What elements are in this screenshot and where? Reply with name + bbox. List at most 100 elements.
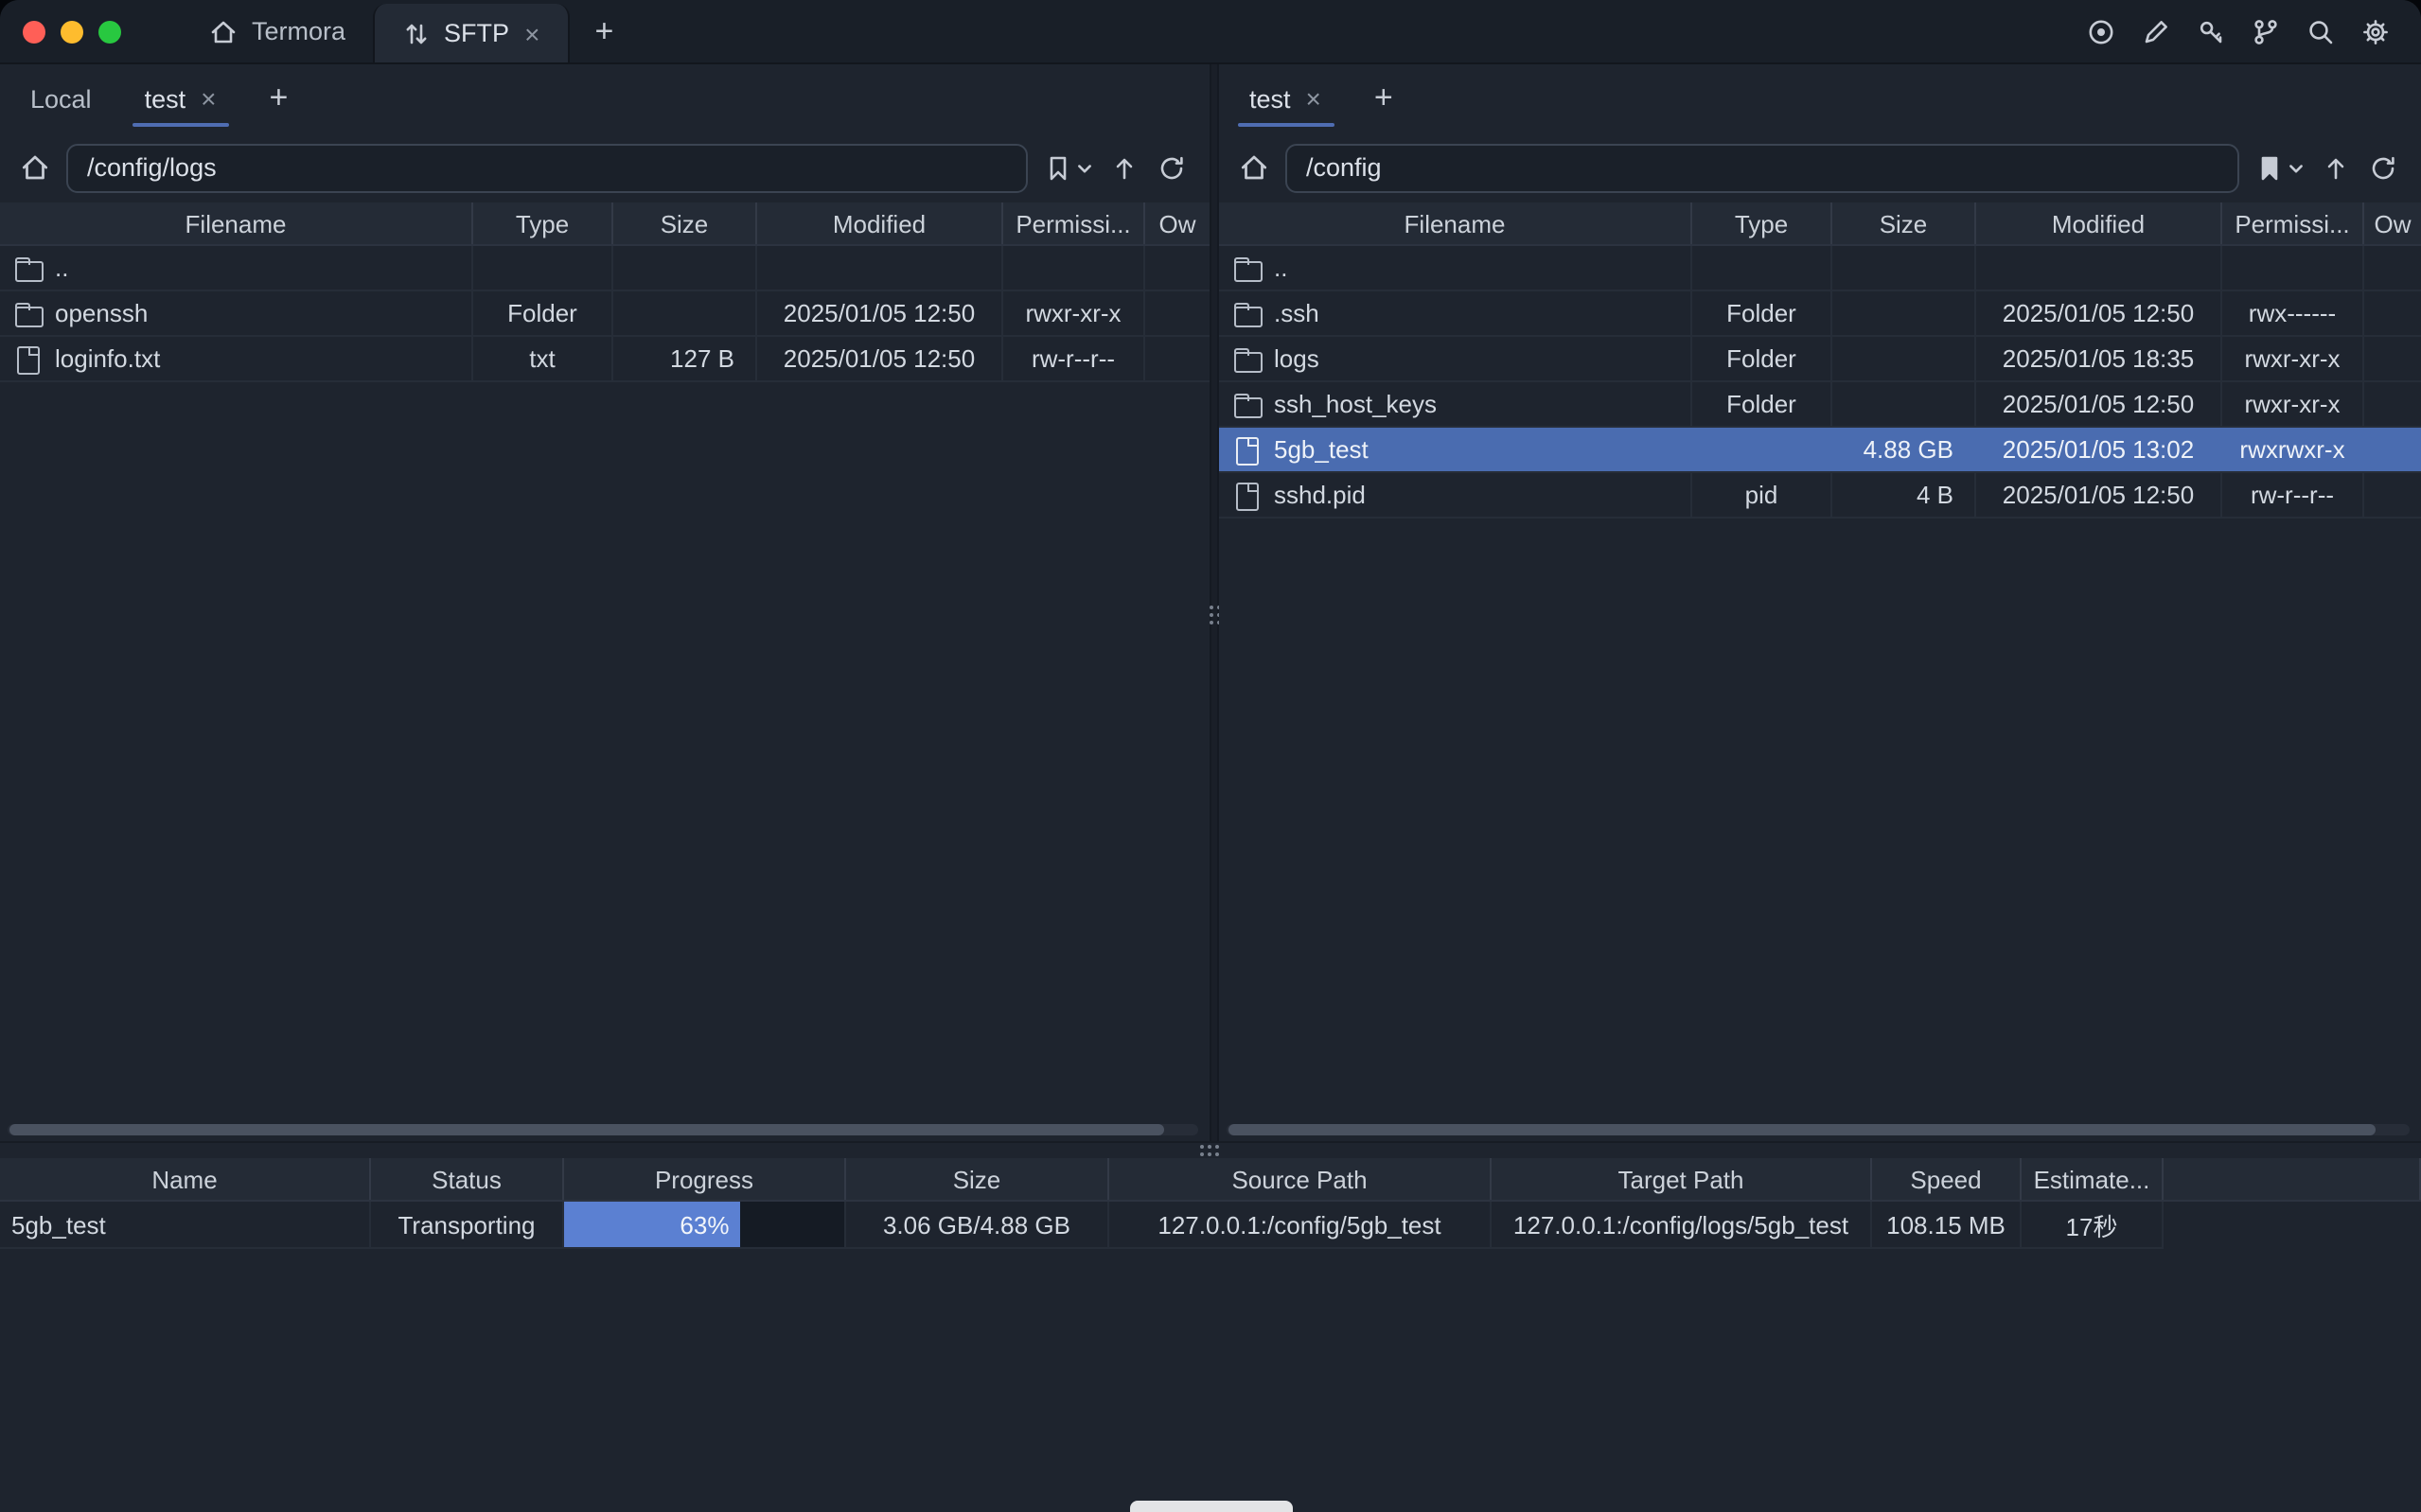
left-col-filename[interactable]: Filename	[0, 202, 473, 244]
refresh-icon[interactable]	[2368, 152, 2398, 183]
scrollbar-thumb[interactable]	[1228, 1124, 2377, 1135]
zoom-window-button[interactable]	[98, 20, 121, 43]
right-pane: test × +	[1219, 64, 2421, 1141]
bookmark-icon[interactable]	[2254, 152, 2285, 183]
left-tab-test[interactable]: test ×	[118, 64, 245, 132]
tab-termora-label: Termora	[252, 17, 345, 45]
table-row[interactable]: ssh_host_keys Folder 2025/01/05 12:50 rw…	[1219, 382, 2421, 428]
table-row[interactable]: .ssh Folder 2025/01/05 12:50 rwx------	[1219, 291, 2421, 337]
titlebar-actions	[2086, 0, 2421, 62]
left-col-size[interactable]: Size	[613, 202, 757, 244]
table-row[interactable]: openssh Folder 2025/01/05 12:50 rwxr-xr-…	[0, 291, 1210, 337]
settings-icon[interactable]	[2360, 16, 2391, 46]
transfer-speed: 108.15 MB	[1872, 1202, 2022, 1249]
left-tab-local-label: Local	[30, 84, 92, 113]
transfers-col-progress[interactable]: Progress	[564, 1158, 846, 1200]
right-path-input[interactable]	[1285, 143, 2239, 192]
chevron-down-icon[interactable]	[1077, 160, 1092, 175]
right-tab-test[interactable]: test ×	[1223, 64, 1350, 132]
transfers-col-source[interactable]: Source Path	[1109, 1158, 1492, 1200]
right-col-modified[interactable]: Modified	[1976, 202, 2222, 244]
transfer-progress: 63%	[564, 1202, 846, 1249]
tab-sftp[interactable]: SFTP ×	[372, 4, 570, 62]
pane-splitter[interactable]	[1210, 64, 1219, 1141]
titlebar-spacer	[638, 0, 2086, 62]
file-icon	[1234, 483, 1261, 507]
transfers-col-target[interactable]: Target Path	[1492, 1158, 1872, 1200]
left-horizontal-scrollbar[interactable]	[8, 1124, 1198, 1135]
transfer-size: 3.06 GB/4.88 GB	[846, 1202, 1109, 1249]
up-directory-icon[interactable]	[1109, 152, 1140, 183]
record-icon[interactable]	[2086, 16, 2116, 46]
table-row-selected[interactable]: 5gb_test 4.88 GB 2025/01/05 13:02 rwxrwx…	[1219, 428, 2421, 473]
home-icon	[208, 16, 239, 46]
transfers-col-status[interactable]: Status	[371, 1158, 564, 1200]
left-col-type[interactable]: Type	[473, 202, 613, 244]
transfer-row[interactable]: 5gb_test Transporting 63% 3.06 GB/4.88 G…	[0, 1202, 2421, 1249]
table-row[interactable]: ..	[1219, 246, 2421, 291]
left-path-input[interactable]	[66, 143, 1028, 192]
transfers-col-name[interactable]: Name	[0, 1158, 371, 1200]
right-pane-tabs: test × +	[1219, 64, 2421, 132]
bookmark-icon[interactable]	[1043, 152, 1073, 183]
branch-icon[interactable]	[2251, 16, 2281, 46]
scrollbar-thumb[interactable]	[9, 1124, 1164, 1135]
right-new-tab-button[interactable]: +	[1350, 64, 1418, 132]
right-col-owner[interactable]: Ow	[2364, 202, 2421, 244]
table-row[interactable]: sshd.pid pid 4 B 2025/01/05 12:50 rw-r--…	[1219, 473, 2421, 519]
table-row[interactable]: logs Folder 2025/01/05 18:35 rwxr-xr-x	[1219, 337, 2421, 382]
up-directory-icon[interactable]	[2321, 152, 2351, 183]
file-name: loginfo.txt	[55, 344, 160, 373]
right-path-actions	[2254, 152, 2402, 183]
transfers-col-estimate[interactable]: Estimate...	[2022, 1158, 2164, 1200]
left-col-modified[interactable]: Modified	[757, 202, 1003, 244]
chevron-down-icon[interactable]	[2288, 160, 2304, 175]
key-icon[interactable]	[2196, 16, 2226, 46]
folder-icon	[15, 255, 42, 280]
file-name: ..	[55, 254, 68, 282]
file-icon	[1234, 437, 1261, 462]
right-tab-test-label: test	[1249, 84, 1291, 113]
right-col-filename[interactable]: Filename	[1219, 202, 1692, 244]
file-panes: Local test × +	[0, 64, 2421, 1141]
progress-label: 63%	[680, 1210, 729, 1239]
close-icon[interactable]: ×	[1304, 85, 1323, 112]
table-row[interactable]: loginfo.txt txt 127 B 2025/01/05 12:50 r…	[0, 337, 1210, 382]
home-icon[interactable]	[1238, 151, 1270, 184]
file-name: ..	[1274, 254, 1287, 282]
close-window-button[interactable]	[23, 20, 45, 43]
transfers-splitter[interactable]	[0, 1141, 2421, 1158]
file-name: sshd.pid	[1274, 481, 1366, 509]
progress-bar: 63%	[564, 1202, 740, 1247]
home-icon[interactable]	[19, 151, 51, 184]
left-col-owner[interactable]: Ow	[1145, 202, 1210, 244]
new-app-tab-button[interactable]: +	[570, 0, 638, 62]
file-name: .ssh	[1274, 299, 1319, 327]
app-tabs: Termora SFTP × +	[182, 0, 638, 62]
folder-icon	[1234, 301, 1261, 325]
folder-icon	[1234, 392, 1261, 416]
transfers-col-size[interactable]: Size	[846, 1158, 1109, 1200]
close-icon[interactable]: ×	[199, 85, 218, 112]
tab-termora[interactable]: Termora	[182, 0, 372, 62]
edit-icon[interactable]	[2141, 16, 2171, 46]
transfer-estimate: 17秒	[2022, 1202, 2164, 1249]
left-file-list: .. openssh Folder 2025/01/05 12:50 rwxr-…	[0, 246, 1210, 382]
right-col-permissions[interactable]: Permissi...	[2222, 202, 2364, 244]
transfers-panel: Name Status Progress Size Source Path Ta…	[0, 1158, 2421, 1249]
table-row[interactable]: ..	[0, 246, 1210, 291]
left-tab-local[interactable]: Local	[4, 64, 118, 132]
refresh-icon[interactable]	[1157, 152, 1187, 183]
left-col-permissions[interactable]: Permissi...	[1003, 202, 1145, 244]
left-new-tab-button[interactable]: +	[244, 64, 312, 132]
minimize-window-button[interactable]	[61, 20, 83, 43]
left-pane-tabs: Local test × +	[0, 64, 1210, 132]
titlebar: Termora SFTP × +	[0, 0, 2421, 64]
search-icon[interactable]	[2306, 16, 2336, 46]
right-col-size[interactable]: Size	[1832, 202, 1976, 244]
right-horizontal-scrollbar[interactable]	[1227, 1124, 2410, 1135]
left-table-header: Filename Type Size Modified Permissi... …	[0, 202, 1210, 246]
close-icon[interactable]: ×	[522, 20, 541, 46]
right-col-type[interactable]: Type	[1692, 202, 1832, 244]
transfers-col-speed[interactable]: Speed	[1872, 1158, 2022, 1200]
